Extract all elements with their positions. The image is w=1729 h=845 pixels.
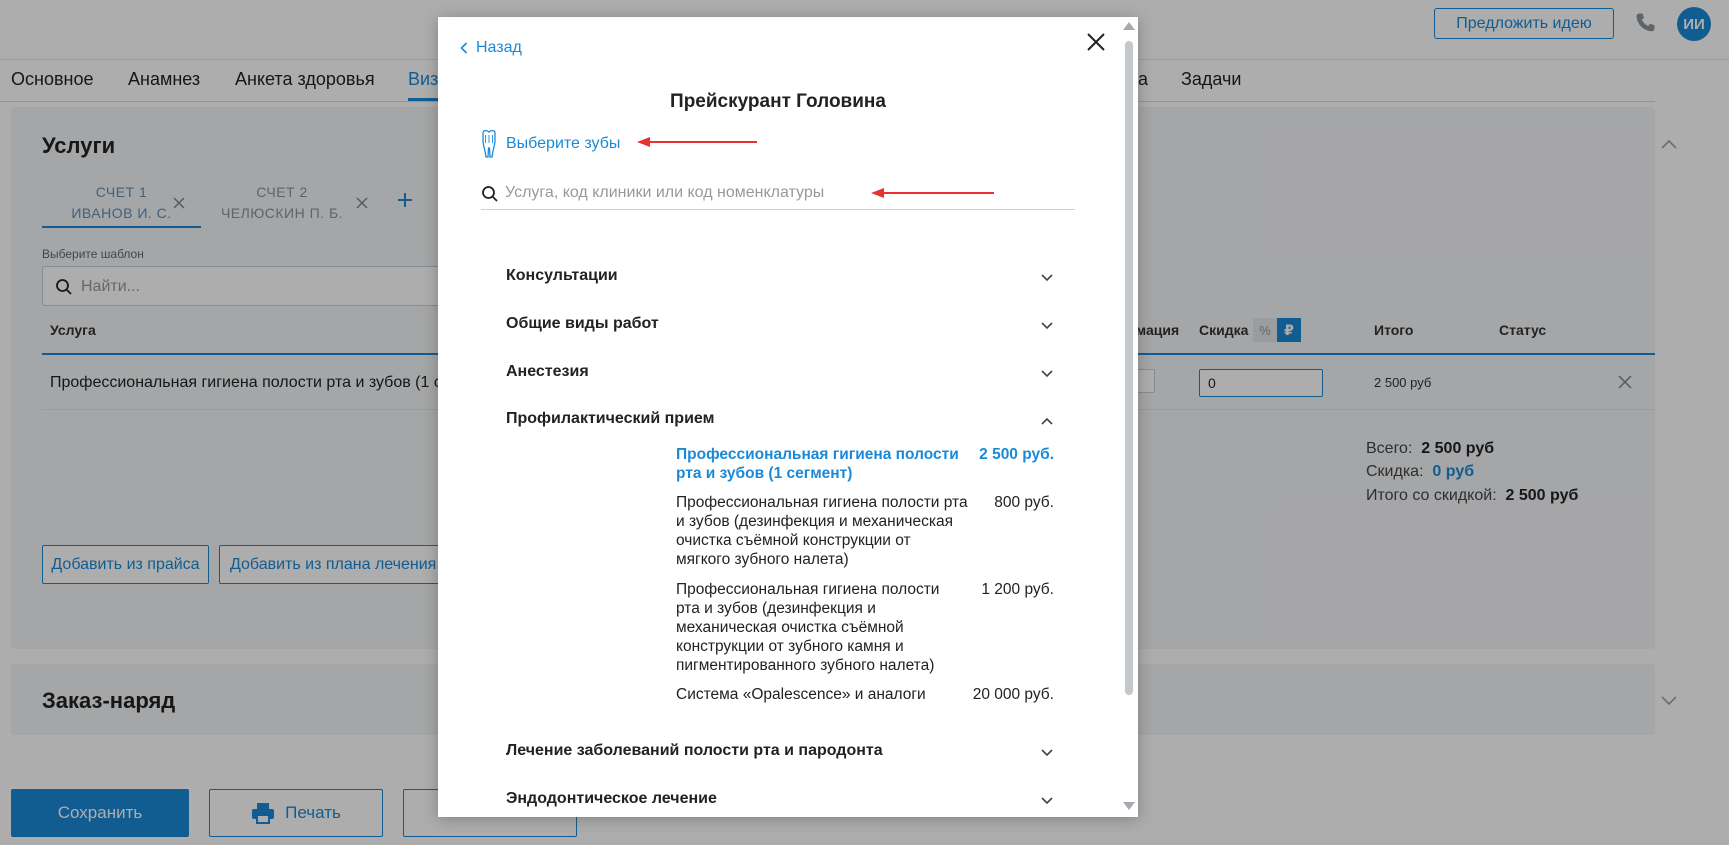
category-label: Эндодонтическое лечение bbox=[506, 790, 717, 807]
category-label: Лечение заболеваний полости рта и пародо… bbox=[506, 742, 883, 759]
category-anesthesia[interactable]: Анестезия bbox=[506, 363, 1054, 387]
service-price: 20 000 руб. bbox=[972, 686, 1054, 703]
scroll-down-arrow-icon[interactable] bbox=[1123, 802, 1135, 810]
modal-title: Прейскурант Головина bbox=[670, 91, 886, 112]
scroll-up-arrow-icon[interactable] bbox=[1123, 22, 1135, 30]
category-general-works[interactable]: Общие виды работ bbox=[506, 315, 1054, 339]
modal-scrollbar[interactable] bbox=[1119, 17, 1138, 817]
annotation-arrow-icon bbox=[871, 188, 994, 198]
service-item[interactable]: Система «Opalescence» и аналоги 20 000 р… bbox=[676, 685, 1054, 705]
choose-teeth-button[interactable]: Выберите зубы bbox=[480, 129, 620, 159]
chevron-down-icon bbox=[1041, 322, 1053, 330]
service-item[interactable]: Профессиональная гигиена полости рта и з… bbox=[676, 580, 1054, 677]
service-price: 2 500 руб. bbox=[979, 446, 1054, 463]
service-item-selected[interactable]: Профессиональная гигиена полости рта и з… bbox=[676, 445, 1054, 485]
chevron-up-icon bbox=[1041, 417, 1053, 425]
category-label: Общие виды работ bbox=[506, 315, 659, 332]
category-label: Профилактический прием bbox=[506, 410, 715, 427]
service-price: 800 руб. bbox=[994, 494, 1054, 511]
price-list-modal: Назад Прейскурант Головина Выберите зубы… bbox=[438, 17, 1138, 817]
chevron-left-icon bbox=[460, 42, 468, 54]
back-button[interactable]: Назад bbox=[460, 39, 522, 57]
chevron-down-icon bbox=[1041, 370, 1053, 378]
service-name: Профессиональная гигиена полости рта и з… bbox=[676, 581, 940, 674]
back-label: Назад bbox=[476, 39, 522, 56]
category-oral-treatment[interactable]: Лечение заболеваний полости рта и пародо… bbox=[506, 742, 1054, 766]
chevron-down-icon bbox=[1041, 274, 1053, 282]
scrollbar-thumb[interactable] bbox=[1125, 41, 1133, 695]
choose-teeth-label: Выберите зубы bbox=[506, 135, 621, 152]
chevron-down-icon bbox=[1041, 749, 1053, 757]
search-icon bbox=[482, 186, 498, 202]
annotation-arrow-icon bbox=[637, 137, 757, 147]
category-label: Анестезия bbox=[506, 363, 589, 380]
service-search-placeholder: Услуга, код клиники или код номенклатуры bbox=[505, 184, 825, 201]
service-name: Система «Opalescence» и аналоги bbox=[676, 686, 926, 703]
close-icon[interactable] bbox=[1085, 31, 1107, 53]
category-endodontic[interactable]: Эндодонтическое лечение bbox=[506, 790, 1054, 814]
service-item[interactable]: Профессиональная гигиена полости рта и з… bbox=[676, 493, 1054, 571]
service-price: 1 200 руб. bbox=[981, 581, 1054, 598]
category-preventive[interactable]: Профилактический прием bbox=[506, 410, 1054, 434]
category-consultations[interactable]: Консультации bbox=[506, 267, 1054, 291]
tooth-icon bbox=[482, 129, 496, 158]
service-name: Профессиональная гигиена полости рта и з… bbox=[676, 446, 959, 482]
service-name: Профессиональная гигиена полости рта и з… bbox=[676, 494, 968, 568]
category-label: Консультации bbox=[506, 267, 618, 284]
chevron-down-icon bbox=[1041, 797, 1053, 805]
